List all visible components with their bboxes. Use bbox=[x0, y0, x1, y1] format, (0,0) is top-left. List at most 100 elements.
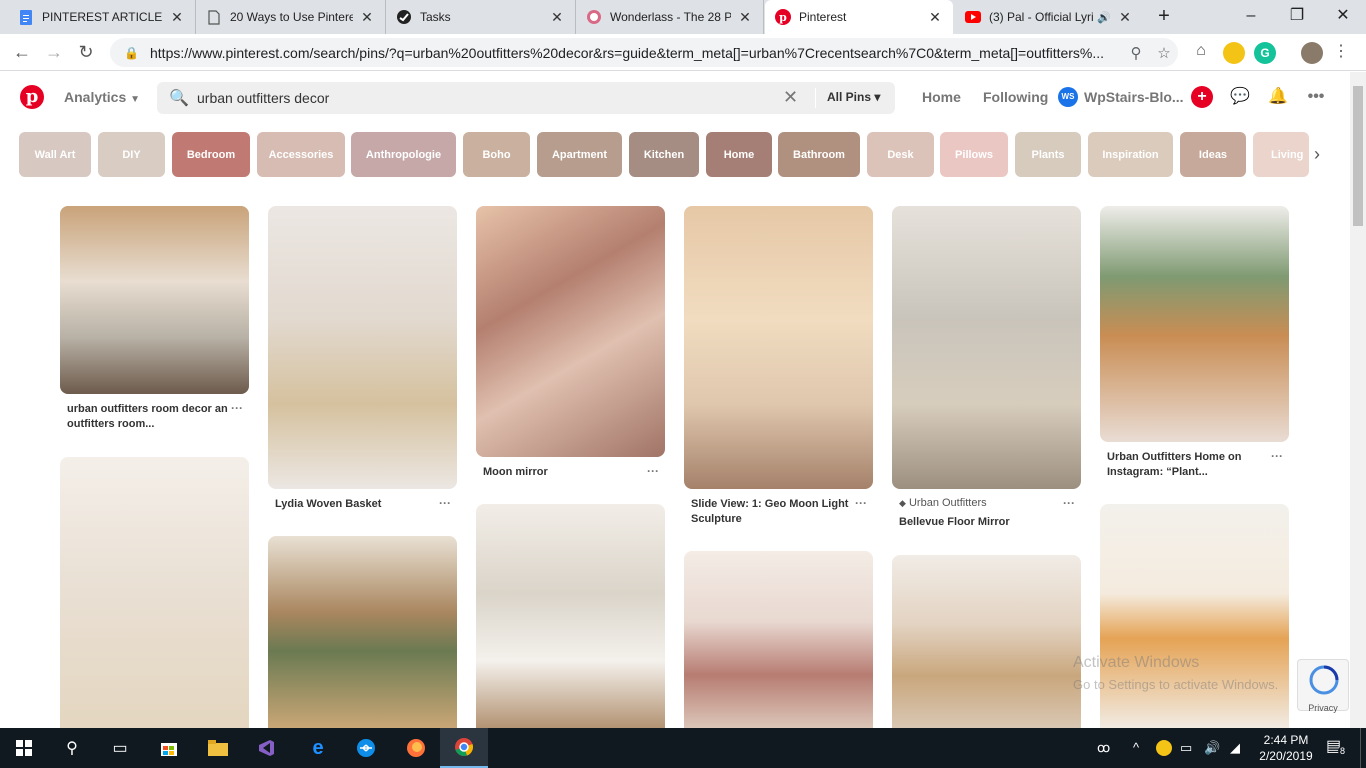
pin-title[interactable]: urban outfitters room decor an outfitter… bbox=[67, 402, 229, 432]
pin-source[interactable]: ◆ Urban Outfitters bbox=[899, 497, 1081, 509]
show-desktop-button[interactable] bbox=[1360, 728, 1366, 768]
pin-image[interactable] bbox=[892, 555, 1081, 728]
profile-link[interactable]: WpStairs-Blo... bbox=[1084, 89, 1184, 105]
recaptcha-privacy-link[interactable]: Privacy bbox=[1298, 703, 1348, 713]
home-link[interactable]: Home bbox=[922, 89, 961, 105]
url-text[interactable]: https://www.pinterest.com/search/pins/?q… bbox=[150, 45, 1122, 61]
pin-title[interactable]: Moon mirror bbox=[483, 465, 645, 480]
chip-bedroom[interactable]: Bedroom bbox=[172, 132, 250, 177]
chip-wall-art[interactable]: Wall Art bbox=[19, 132, 91, 177]
back-button[interactable]: ← bbox=[10, 41, 34, 65]
chip-boho[interactable]: Boho bbox=[463, 132, 530, 177]
close-tab-icon[interactable]: ✕ bbox=[169, 9, 185, 25]
profile-avatar[interactable] bbox=[1301, 42, 1323, 64]
teamviewer-icon[interactable] bbox=[342, 728, 390, 768]
close-tab-icon[interactable]: ✕ bbox=[737, 9, 753, 25]
network-icon[interactable]: ▭ bbox=[1180, 740, 1192, 756]
search-input[interactable] bbox=[195, 82, 775, 114]
tab-tasks[interactable]: Tasks ✕ bbox=[386, 0, 576, 34]
chip-kitchen[interactable]: Kitchen bbox=[629, 132, 699, 177]
browser-menu-icon[interactable]: ⋮ bbox=[1330, 42, 1352, 64]
tab-20-ways[interactable]: 20 Ways to Use Pintere ✕ bbox=[196, 0, 386, 34]
chevron-up-icon[interactable]: ^ bbox=[1133, 740, 1139, 755]
chrome-icon[interactable] bbox=[440, 728, 488, 768]
volume-icon[interactable]: 🔊 bbox=[1204, 740, 1220, 756]
task-view-icon[interactable]: ▭ bbox=[96, 728, 144, 768]
chip-plants[interactable]: Plants bbox=[1015, 132, 1081, 177]
search-icon[interactable]: ⚲ bbox=[48, 728, 96, 768]
pin-image[interactable] bbox=[684, 206, 873, 489]
forward-button[interactable]: → bbox=[42, 41, 66, 65]
pin-image[interactable] bbox=[684, 551, 873, 728]
more-options-icon[interactable]: ··· bbox=[855, 496, 867, 510]
file-explorer-icon[interactable] bbox=[194, 728, 242, 768]
pin-card[interactable]: ··· Moon mirror bbox=[476, 206, 665, 480]
speaker-icon[interactable]: 🔊 bbox=[1097, 11, 1111, 24]
pin-image[interactable] bbox=[268, 206, 457, 489]
chip-living[interactable]: Living bbox=[1253, 132, 1309, 177]
pin-title[interactable]: Bellevue Floor Mirror bbox=[899, 515, 1061, 530]
chip-desk[interactable]: Desk bbox=[867, 132, 934, 177]
add-pin-icon[interactable]: + bbox=[1191, 86, 1213, 108]
chip-inspiration[interactable]: Inspiration bbox=[1088, 132, 1173, 177]
close-tab-icon[interactable]: ✕ bbox=[549, 9, 565, 25]
tab-wonderlass[interactable]: Wonderlass - The 28 Pi ✕ bbox=[576, 0, 764, 34]
pin-image[interactable] bbox=[60, 206, 249, 394]
pin-image[interactable] bbox=[1100, 206, 1289, 442]
chip-home[interactable]: Home bbox=[706, 132, 772, 177]
chevron-right-icon[interactable]: › bbox=[1314, 144, 1320, 165]
pin-card[interactable]: ··· Lydia Woven Basket bbox=[268, 206, 457, 512]
reload-button[interactable]: ↻ bbox=[74, 41, 98, 65]
visual-studio-icon[interactable] bbox=[242, 728, 290, 768]
more-options-icon[interactable]: ··· bbox=[1063, 496, 1075, 510]
edge-icon[interactable]: e bbox=[294, 728, 342, 768]
chip-bathroom[interactable]: Bathroom bbox=[778, 132, 860, 177]
maximize-button[interactable]: ❐ bbox=[1274, 0, 1320, 34]
minimize-button[interactable]: – bbox=[1228, 0, 1274, 34]
grammarly-icon[interactable]: G bbox=[1254, 42, 1276, 64]
tab-youtube[interactable]: (3) Pal - Official Lyri 🔊 ✕ bbox=[955, 0, 1143, 34]
pin-image[interactable] bbox=[476, 504, 665, 728]
more-options-icon[interactable]: ··· bbox=[647, 464, 659, 478]
messages-icon[interactable]: 💬 bbox=[1229, 86, 1251, 108]
close-tab-icon[interactable]: ✕ bbox=[927, 9, 943, 25]
home-icon[interactable]: ⌂ bbox=[1190, 42, 1212, 64]
pin-card[interactable] bbox=[476, 504, 665, 728]
chip-anthropologie[interactable]: Anthropologie bbox=[351, 132, 456, 177]
chip-accessories[interactable]: Accessories bbox=[257, 132, 345, 177]
store-icon[interactable] bbox=[145, 728, 193, 768]
more-options-icon[interactable]: ••• bbox=[1305, 86, 1327, 108]
pin-image[interactable] bbox=[476, 206, 665, 457]
notification-center-icon[interactable]: ▤ 8 bbox=[1326, 736, 1348, 756]
following-link[interactable]: Following bbox=[983, 89, 1048, 105]
people-icon[interactable]: ꝏ bbox=[1097, 740, 1110, 756]
recaptcha-badge[interactable]: Privacy bbox=[1297, 659, 1349, 713]
pin-card[interactable] bbox=[684, 551, 873, 728]
start-button[interactable] bbox=[0, 728, 48, 768]
new-tab-button[interactable]: + bbox=[1151, 5, 1177, 29]
pin-card[interactable]: ··· Slide View: 1: Geo Moon Light Sculpt… bbox=[684, 206, 873, 527]
pin-title[interactable]: Lydia Woven Basket bbox=[275, 497, 437, 512]
chip-pillows[interactable]: Pillows bbox=[940, 132, 1008, 177]
pin-card[interactable]: ··· Urban Outfitters Home on Instagram: … bbox=[1100, 206, 1289, 480]
tray-app-icon[interactable] bbox=[1156, 740, 1172, 756]
close-tab-icon[interactable]: ✕ bbox=[359, 9, 375, 25]
pin-title[interactable]: Slide View: 1: Geo Moon Light Sculpture bbox=[691, 497, 853, 527]
tab-pinterest[interactable]: p Pinterest ✕ bbox=[765, 0, 953, 34]
chip-diy[interactable]: DIY bbox=[98, 132, 165, 177]
system-clock[interactable]: 2:44 PM 2/20/2019 bbox=[1255, 732, 1317, 764]
more-options-icon[interactable]: ··· bbox=[439, 496, 451, 510]
wifi-icon[interactable]: ◢ bbox=[1230, 740, 1240, 756]
profile-avatar[interactable]: WS bbox=[1058, 87, 1078, 107]
more-options-icon[interactable]: ··· bbox=[1271, 449, 1283, 463]
pin-card[interactable] bbox=[268, 536, 457, 728]
chip-apartment[interactable]: Apartment bbox=[537, 132, 622, 177]
notifications-bell-icon[interactable]: 🔔 bbox=[1267, 86, 1289, 108]
pin-image[interactable] bbox=[60, 457, 249, 728]
pin-title[interactable]: Urban Outfitters Home on Instagram: “Pla… bbox=[1107, 450, 1269, 480]
pin-image[interactable] bbox=[892, 206, 1081, 489]
firefox-icon[interactable] bbox=[392, 728, 440, 768]
pin-card[interactable] bbox=[60, 457, 249, 728]
scrollbar-thumb[interactable] bbox=[1353, 86, 1363, 226]
analytics-menu[interactable]: Analytics ▼ bbox=[64, 89, 140, 105]
